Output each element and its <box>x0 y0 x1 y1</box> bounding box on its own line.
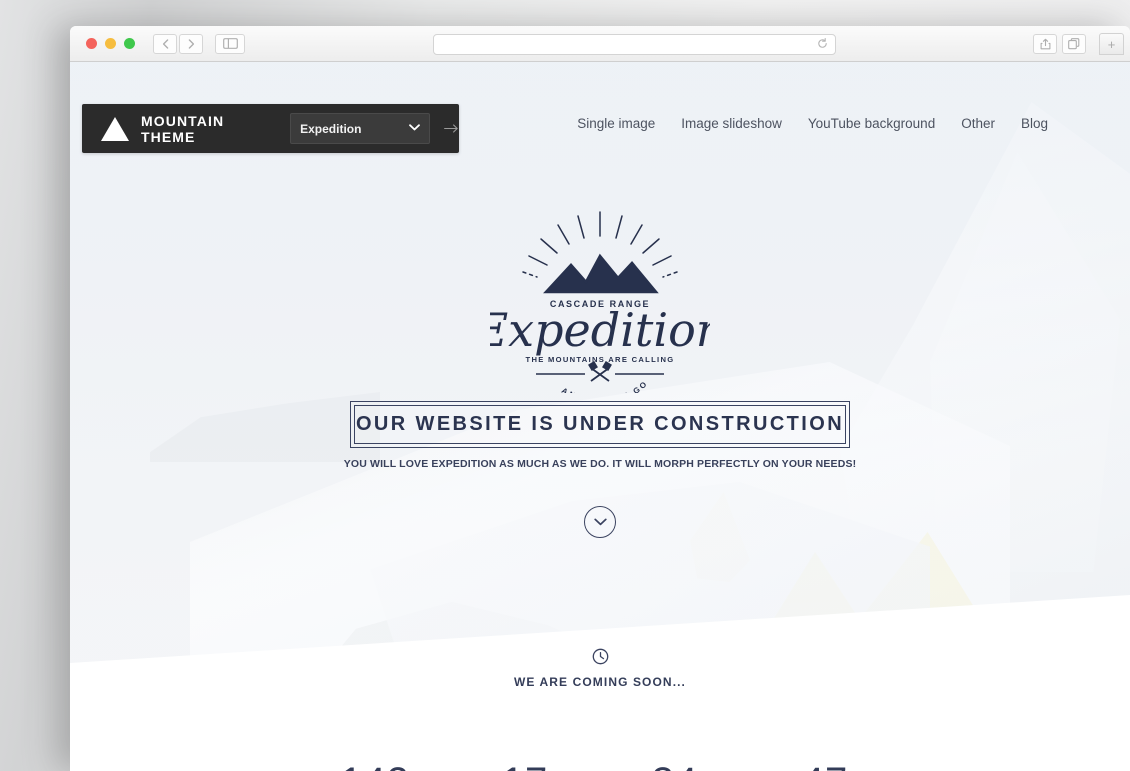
browser-window: + MOUNTAIN THEME Expedition Single image… <box>70 26 1130 771</box>
clock-icon <box>592 648 608 665</box>
countdown-value-days: 142 <box>322 762 428 771</box>
site-header-bar: MOUNTAIN THEME Expedition <box>82 104 459 153</box>
main-navigation: Single image Image slideshow YouTube bac… <box>577 116 1048 131</box>
chevron-down-icon <box>409 123 420 134</box>
chevron-right-icon <box>188 38 194 49</box>
nav-item-image-slideshow[interactable]: Image slideshow <box>681 116 782 131</box>
minimize-window-button[interactable] <box>105 38 116 49</box>
page-subtitle: YOU WILL LOVE EXPEDITION AS MUCH AS WE D… <box>343 458 857 470</box>
show-tabs-button[interactable] <box>1062 34 1086 54</box>
chevron-left-icon <box>162 38 168 49</box>
logo-bottom-arc: AND I MUST GO <box>560 378 650 393</box>
crossed-axes-icon <box>536 361 664 382</box>
countdown-value-minutes: 34 <box>622 762 728 771</box>
coming-soon-label: WE ARE COMING SOON... <box>514 675 686 689</box>
new-tab-button[interactable]: + <box>1099 33 1124 55</box>
theme-select-value: Expedition <box>300 121 362 136</box>
mountain-triangle-icon <box>101 116 129 141</box>
chevron-down-icon <box>593 518 607 526</box>
sidebar-toggle-icon <box>222 38 238 49</box>
scroll-down-button[interactable] <box>584 506 616 538</box>
logo-tagline: THE MOUNTAINS ARE CALLING <box>526 355 675 364</box>
close-window-button[interactable] <box>86 38 97 49</box>
nav-item-youtube-background[interactable]: YouTube background <box>808 116 935 131</box>
countdown-cell-hours: 17 <box>472 762 578 771</box>
browser-toolbar: + <box>70 26 1130 62</box>
share-icon <box>1040 38 1050 50</box>
countdown-cell-seconds: 47 <box>772 762 878 771</box>
mountain-range-icon <box>543 253 659 294</box>
arrow-right-icon[interactable] <box>444 121 459 136</box>
share-button[interactable] <box>1033 34 1057 54</box>
brand-name-label: MOUNTAIN THEME <box>141 112 225 145</box>
nav-item-other[interactable]: Other <box>961 116 995 131</box>
expedition-logo-badge: CASCADE RANGE Expedition THE MOUNTAINS A… <box>474 208 725 405</box>
nav-item-blog[interactable]: Blog <box>1021 116 1048 131</box>
show-tabs-icon <box>1068 38 1080 50</box>
navigation-buttons <box>153 33 245 54</box>
address-bar[interactable] <box>433 34 836 55</box>
forward-button[interactable] <box>179 33 203 54</box>
page-title: OUR WEBSITE IS UNDER CONSTRUCTION <box>355 413 845 435</box>
theme-select-dropdown[interactable]: Expedition <box>290 113 430 144</box>
window-controls <box>86 38 135 49</box>
countdown-cell-minutes: 34 <box>622 762 728 771</box>
back-button[interactable] <box>153 33 177 54</box>
countdown-timer: 142 17 34 47 <box>322 762 878 771</box>
logo-script-name: Expedition <box>490 303 710 357</box>
maximize-window-button[interactable] <box>124 38 135 49</box>
brand-logo[interactable]: MOUNTAIN THEME <box>82 113 272 145</box>
expedition-logo-graphic: CASCADE RANGE Expedition THE MOUNTAINS A… <box>474 211 725 405</box>
headline-box: OUR WEBSITE IS UNDER CONSTRUCTION <box>350 401 850 448</box>
headline-box-inner: OUR WEBSITE IS UNDER CONSTRUCTION <box>354 405 846 444</box>
reload-icon[interactable] <box>817 37 828 52</box>
countdown-cell-days: 142 <box>322 762 428 771</box>
nav-item-single-image[interactable]: Single image <box>577 116 655 131</box>
countdown-value-seconds: 47 <box>772 762 878 771</box>
countdown-value-hours: 17 <box>472 762 578 771</box>
coming-soon-block: WE ARE COMING SOON... <box>514 648 686 689</box>
sidebar-toggle-button[interactable] <box>215 33 245 54</box>
desktop-backdrop: + MOUNTAIN THEME Expedition Single image… <box>0 0 1130 771</box>
toolbar-right-controls: + <box>1033 33 1124 55</box>
page-viewport: MOUNTAIN THEME Expedition Single image I… <box>70 62 1130 771</box>
